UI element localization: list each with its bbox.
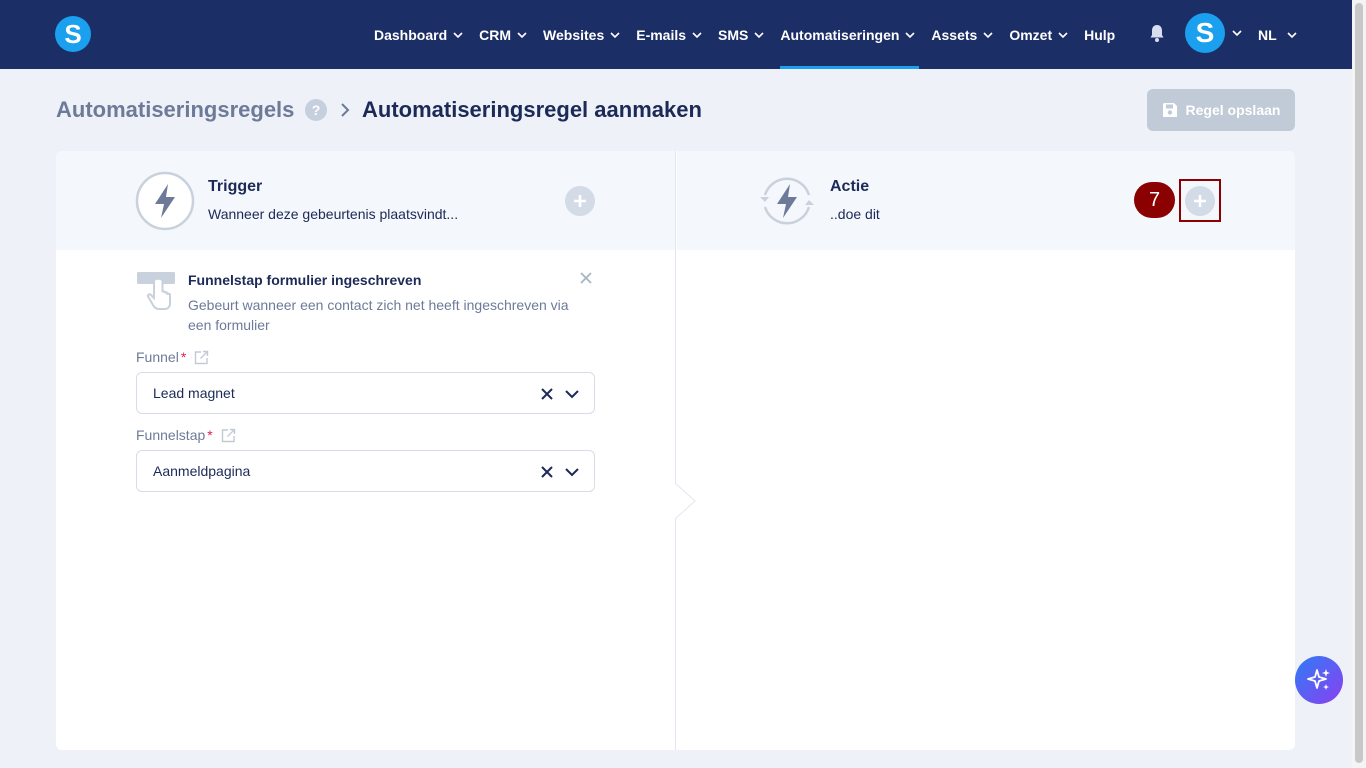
nav-item-label: SMS [718,26,749,43]
chevron-down-icon[interactable] [564,465,580,479]
bell-icon[interactable] [1147,23,1167,43]
chevron-down-icon[interactable] [564,387,580,401]
user-avatar[interactable]: S [1185,13,1225,53]
add-trigger-button[interactable] [565,186,595,216]
chevron-down-icon [905,31,915,38]
page-scrollbar[interactable] [1352,0,1366,768]
save-icon [1162,103,1177,117]
pane-divider [675,151,676,750]
language-label: NL [1258,26,1277,43]
funnelstap-select[interactable]: Aanmeldpagina [136,450,595,492]
language-switcher[interactable]: NL [1258,0,1297,69]
scrollbar-thumb[interactable] [1355,3,1363,763]
nav-item-label: Dashboard [374,26,448,43]
funnelstap-select-value: Aanmeldpagina [153,463,251,479]
rule-editor-card: Trigger Wanneer deze gebeurtenis plaatsv… [56,151,1295,750]
plus-icon [574,195,586,207]
funnelstap-label-text: Funnelstap [136,427,206,443]
nav-item-dashboard[interactable]: Dashboard [374,0,463,69]
trigger-event-title: Funnelstap formulier ingeschreven [188,272,422,288]
top-navbar: S Dashboard CRM Websites E-mails SMS Automati… [0,0,1352,69]
nav-item-automatiseringen[interactable]: Automatiseringen [780,0,920,69]
trigger-title: Trigger [208,178,263,195]
nav-item-websites[interactable]: Websites [543,0,620,69]
nav-item-hulp[interactable]: Hulp [1084,0,1115,69]
close-icon[interactable] [579,271,593,285]
funnel-label-text: Funnel [136,349,179,365]
breadcrumb-root[interactable]: Automatiseringsregels [56,97,294,123]
funnel-label: Funnel * [136,349,209,365]
nav-item-assets[interactable]: Assets [931,0,993,69]
chevron-down-icon [453,31,463,38]
save-rule-button[interactable]: Regel opslaan [1147,89,1295,131]
action-subtitle: ..doe dit [830,206,880,222]
save-rule-label: Regel opslaan [1185,102,1281,118]
nav-item-label: E-mails [636,26,687,43]
flow-arrow-notch [668,483,696,519]
lightning-icon [135,171,195,231]
help-icon[interactable]: ? [305,99,327,121]
chevron-down-icon [517,31,527,38]
chevron-down-icon[interactable] [1232,28,1242,38]
nav-item-label: Automatiseringen [780,26,900,43]
page-title: Automatiseringsregel aanmaken [362,97,702,122]
chevron-down-icon [754,31,764,38]
external-link-icon[interactable] [221,428,236,443]
nav-item-omzet[interactable]: Omzet [1009,0,1068,69]
trigger-event-description: Gebeurt wanneer een contact zich net hee… [188,297,569,333]
add-action-button[interactable] [1185,186,1215,216]
sparkle-icon [1307,669,1330,690]
plus-icon [1194,195,1206,207]
chevron-down-icon [1287,31,1297,38]
clear-icon[interactable] [540,465,554,479]
main-menu: Dashboard CRM Websites E-mails SMS Automatise… [374,0,1131,69]
required-mark: * [207,427,213,443]
form-click-icon [137,272,175,310]
nav-item-label: CRM [479,26,512,43]
nav-item-sms[interactable]: SMS [718,0,764,69]
nav-item-label: Hulp [1084,26,1116,43]
trigger-subtitle: Wanneer deze gebeurtenis plaatsvindt... [208,206,459,222]
funnel-select-value: Lead magnet [153,385,235,401]
nav-item-label: Omzet [1009,26,1053,43]
chevron-down-icon [1058,31,1068,38]
nav-item-label: Assets [931,26,978,43]
funnelstap-label: Funnelstap * [136,427,236,443]
clear-icon[interactable] [540,387,554,401]
required-mark: * [180,349,187,365]
nav-item-label: Websites [543,26,605,43]
lightning-cycle-icon [760,177,814,225]
chevron-down-icon [692,31,702,38]
funnel-select[interactable]: Lead magnet [136,372,595,414]
annotation-badge: 7 [1134,182,1175,218]
external-link-icon[interactable] [194,350,209,365]
ai-assistant-button[interactable] [1295,656,1343,704]
trigger-header: Trigger Wanneer deze gebeurtenis plaatsv… [56,151,676,250]
nav-item-crm[interactable]: CRM [479,0,527,69]
chevron-down-icon [610,31,620,38]
action-title: Actie [830,178,870,195]
app-logo[interactable]: S [55,16,91,52]
nav-item-e-mails[interactable]: E-mails [636,0,702,69]
chevron-right-icon [341,103,350,117]
chevron-down-icon [983,31,993,38]
